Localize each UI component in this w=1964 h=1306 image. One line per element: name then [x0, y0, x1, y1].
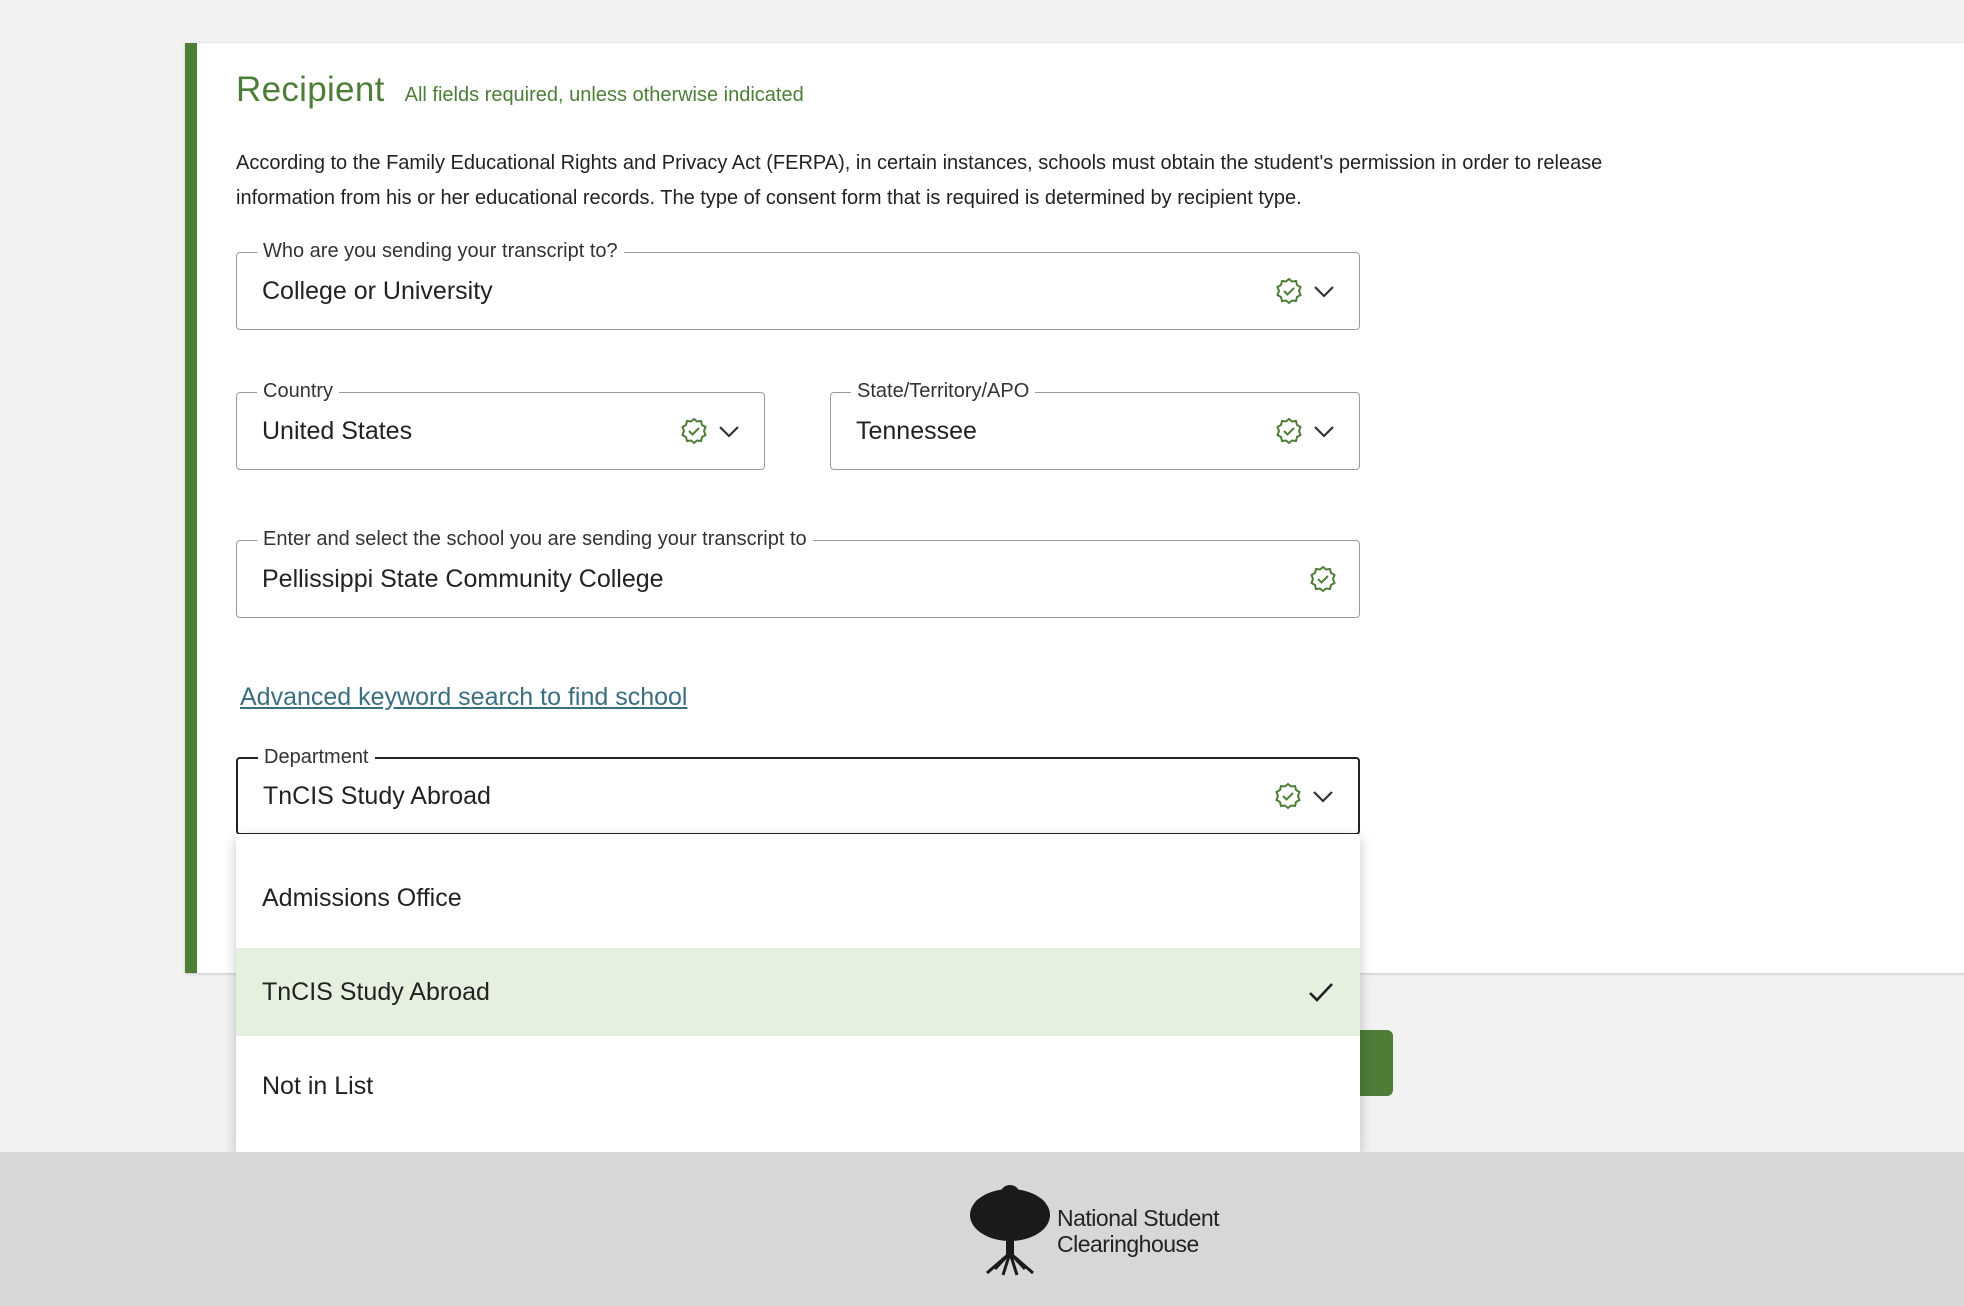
logo-line-2: Clearinghouse — [1057, 1231, 1199, 1257]
verified-badge-icon — [681, 417, 707, 445]
recipient-type-value: College or University — [262, 276, 493, 305]
verified-badge-icon — [1276, 417, 1302, 445]
option-label: TnCIS Study Abroad — [262, 977, 490, 1006]
department-option-admissions[interactable]: Admissions Office — [236, 854, 1360, 942]
verified-badge-icon — [1276, 277, 1302, 305]
verified-badge-icon — [1275, 782, 1301, 810]
checkmark-icon — [1309, 983, 1333, 1002]
state-value: Tennessee — [856, 416, 977, 445]
chevron-down-icon[interactable] — [1311, 418, 1337, 444]
section-title: Recipient — [236, 70, 385, 109]
department-option-tncis-study-abroad[interactable]: TnCIS Study Abroad — [236, 948, 1360, 1036]
department-dropdown-menu: Admissions Office TnCIS Study Abroad Not… — [236, 834, 1360, 1152]
department-select[interactable]: Department TnCIS Study Abroad — [236, 744, 1360, 835]
department-option-not-in-list[interactable]: Not in List — [236, 1042, 1360, 1130]
nsc-logo: National Student Clearinghouse — [965, 1185, 1220, 1277]
chevron-down-icon[interactable] — [716, 418, 742, 444]
department-value: TnCIS Study Abroad — [263, 781, 491, 810]
tree-logo-icon — [970, 1185, 1050, 1276]
logo-line-1: National Student — [1057, 1205, 1220, 1231]
nsc-logo-text: National Student Clearinghouse — [1057, 1205, 1220, 1257]
country-select[interactable]: Country United States — [236, 378, 765, 470]
continue-button[interactable] — [1355, 1030, 1393, 1096]
chevron-down-icon[interactable] — [1310, 783, 1336, 809]
section-header: Recipient All fields required, unless ot… — [236, 70, 804, 110]
state-select[interactable]: State/Territory/APO Tennessee — [830, 378, 1360, 470]
option-label: Not in List — [262, 1071, 374, 1100]
advanced-search-link[interactable]: Advanced keyword search to find school — [240, 683, 687, 712]
required-fields-note: All fields required, unless otherwise in… — [404, 84, 804, 106]
verified-badge-icon — [1310, 565, 1336, 593]
recipient-type-select[interactable]: Who are you sending your transcript to? … — [236, 238, 1360, 330]
school-search-input[interactable]: Enter and select the school you are send… — [236, 526, 1360, 618]
ferpa-intro-text: According to the Family Educational Righ… — [236, 152, 1603, 209]
country-value: United States — [262, 416, 413, 445]
option-label: Admissions Office — [262, 883, 462, 912]
chevron-down-icon[interactable] — [1311, 278, 1337, 304]
school-value: Pellissippi State Community College — [262, 564, 664, 593]
